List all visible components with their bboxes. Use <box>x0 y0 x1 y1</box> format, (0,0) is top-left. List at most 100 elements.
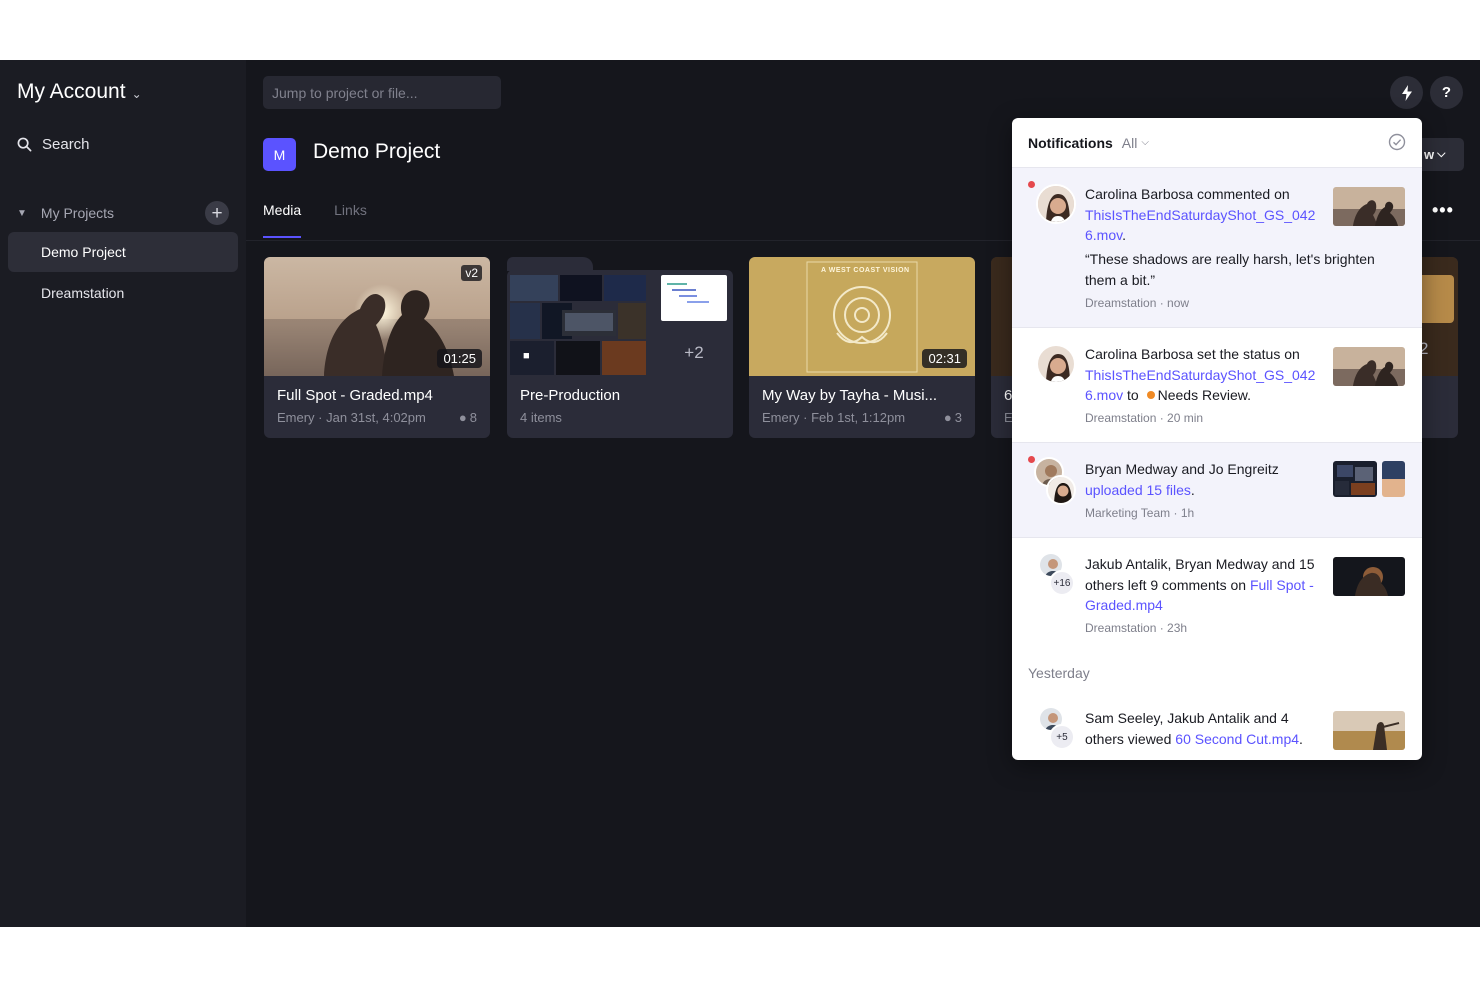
connector: to <box>1123 387 1143 403</box>
notifications-panel: Notifications All ⌵ Carolina Barbosa com… <box>1012 118 1422 760</box>
unread-dot <box>1028 181 1035 188</box>
file-link-continued[interactable]: 6.mov <box>1085 387 1123 403</box>
notification-text: Jakub Antalik, Bryan Medway and 15 other… <box>1085 554 1325 616</box>
participants-badge: +5 <box>1049 724 1075 750</box>
search-icon <box>17 137 32 152</box>
comment-count-value: 3 <box>954 410 962 425</box>
card-meta: Emery · Jan 31st, 4:02pm <box>277 410 426 425</box>
folder-tab <box>507 257 593 271</box>
file-link[interactable]: 60 Second Cut.mp4 <box>1175 731 1299 747</box>
lightning-icon <box>1401 84 1412 101</box>
comment-icon: ● <box>458 410 467 425</box>
suffix: . <box>1299 730 1303 747</box>
my-projects-header[interactable]: ▼ My Projects + <box>17 201 229 225</box>
media-card-my-way[interactable]: A WEST COAST VISION 02:31 My Way by Tayh… <box>749 257 975 438</box>
section-yesterday: Yesterday <box>1028 665 1090 681</box>
tab-links[interactable]: Links <box>334 202 367 238</box>
account-switcher[interactable]: My Account ⌄ <box>17 80 142 104</box>
notification-item[interactable]: Bryan Medway and Jo Engreitz uploaded 15… <box>1012 442 1422 537</box>
version-badge: v2 <box>461 265 482 281</box>
duration-badge: 01:25 <box>437 349 482 368</box>
card-meta: Emery · Feb 1st, 1:12pm <box>762 410 906 425</box>
notification-meta: Dreamstation · 23h <box>1085 621 1188 635</box>
my-projects-label: My Projects <box>40 205 115 221</box>
media-card-full-spot[interactable]: v2 01:25 Full Spot - Graded.mp4 Emery · … <box>264 257 490 438</box>
avatar <box>1036 184 1076 224</box>
comment-count: ● 3 <box>944 410 962 425</box>
chevron-down-icon: ⌵ <box>1437 148 1446 160</box>
app-window: My Account ⌄ Search ▼ My Projects + Demo… <box>0 60 1480 927</box>
chevron-down-icon: ⌵ <box>1141 137 1149 148</box>
notifications-title: Notifications <box>1028 134 1113 151</box>
notification-item[interactable]: +5 Sam Seeley, Jakub Antalik and 4 other… <box>1012 698 1422 760</box>
card-meta: 4 items <box>520 410 562 425</box>
quick-actions-button[interactable] <box>1390 76 1423 109</box>
help-button[interactable]: ? <box>1430 76 1463 109</box>
file-link[interactable]: ThisIsTheEndSaturdayShot_GS_042 <box>1085 207 1315 223</box>
comment-icon: ● <box>943 410 952 425</box>
tab-media[interactable]: Media <box>263 202 302 238</box>
avatar <box>1046 475 1076 505</box>
file-link[interactable]: ThisIsTheEndSaturdayShot_GS_042 <box>1085 367 1315 383</box>
search-label: Search <box>42 136 90 153</box>
more-options-icon[interactable]: ••• <box>1432 200 1454 221</box>
card-title: Pre-Production <box>520 387 621 404</box>
file-link-continued[interactable]: 6.mov <box>1085 227 1122 243</box>
files-link[interactable]: uploaded 15 files <box>1085 482 1191 498</box>
help-icon: ? <box>1441 84 1452 101</box>
unread-dot <box>1028 456 1035 463</box>
notification-meta: Marketing Team · 1h <box>1085 506 1195 520</box>
suffix: . <box>1122 227 1126 243</box>
notifications-filter[interactable]: All ⌵ <box>1122 135 1149 151</box>
jump-search-input[interactable] <box>263 76 501 109</box>
notification-thumbnail[interactable] <box>1333 187 1405 226</box>
lock-icon: ■ <box>523 350 530 362</box>
sidebar-item-label: Dreamstation <box>41 285 125 301</box>
filter-label: All <box>1121 134 1138 151</box>
page-title: Demo Project <box>313 140 441 163</box>
caret-down-icon: ▼ <box>17 207 27 219</box>
mark-all-read-icon[interactable] <box>1388 133 1406 151</box>
notification-text: Carolina Barbosa commented on ThisIsTheE… <box>1085 184 1325 246</box>
video-thumbnail: v2 01:25 <box>264 257 490 376</box>
comment-quote: “These shadows are really harsh, let's b… <box>1085 251 1375 288</box>
notification-thumbnail[interactable] <box>1333 557 1405 596</box>
project-tabs: Media Links <box>263 202 367 238</box>
notification-text: Bryan Medway and Jo Engreitz uploaded 15… <box>1085 459 1325 500</box>
chevron-down-icon: ⌄ <box>131 86 142 101</box>
notification-item[interactable]: Carolina Barbosa commented on ThisIsTheE… <box>1012 167 1422 327</box>
status-dot-icon <box>1146 391 1155 399</box>
suffix: . <box>1190 481 1195 498</box>
card-title: Full Spot - Graded.mp4 <box>277 387 433 404</box>
card-title: My Way by Tayha - Musi... <box>762 387 938 404</box>
cover-text: A WEST COAST VISION <box>821 267 910 274</box>
notification-thumbnail[interactable] <box>1333 461 1377 497</box>
duration-badge: 02:31 <box>922 349 967 368</box>
participants-badge: +16 <box>1049 570 1075 596</box>
notification-item[interactable]: Carolina Barbosa set the status on ThisI… <box>1012 327 1422 442</box>
notification-meta: Dreamstation · now <box>1085 296 1190 310</box>
notification-thumbnail[interactable] <box>1382 461 1405 497</box>
status-label: Needs Review. <box>1157 387 1251 403</box>
album-cover-thumbnail: A WEST COAST VISION 02:31 <box>749 257 975 376</box>
sidebar-item-dreamstation[interactable]: Dreamstation <box>8 273 238 313</box>
project-avatar: M <box>263 138 296 171</box>
account-label: My Account <box>17 80 126 103</box>
notification-text: Carolina Barbosa set the status on ThisI… <box>1085 344 1325 406</box>
notification-body: Carolina Barbosa set the status on <box>1085 346 1300 362</box>
add-project-button[interactable]: + <box>205 201 229 225</box>
notification-thumbnail[interactable] <box>1333 711 1405 750</box>
more-items-count: +2 <box>684 342 704 362</box>
notification-meta: Dreamstation · 20 min <box>1085 411 1204 425</box>
folder-card-pre-production[interactable]: ■ +2 Pre-Production 4 items <box>507 270 733 438</box>
avatar <box>1036 344 1076 384</box>
notification-thumbnail[interactable] <box>1333 347 1405 386</box>
notification-body: Bryan Medway and Jo Engreitz <box>1085 461 1279 477</box>
view-button-label: w <box>1424 147 1435 162</box>
notifications-header: Notifications All ⌵ <box>1012 118 1422 167</box>
notification-body: Carolina Barbosa commented on <box>1085 186 1290 202</box>
sidebar-search[interactable]: Search <box>17 136 90 153</box>
notification-item[interactable]: +16 Jakub Antalik, Bryan Medway and 15 o… <box>1012 537 1422 652</box>
comment-count-value: 8 <box>469 410 477 425</box>
sidebar-item-demo-project[interactable]: Demo Project <box>8 232 238 272</box>
